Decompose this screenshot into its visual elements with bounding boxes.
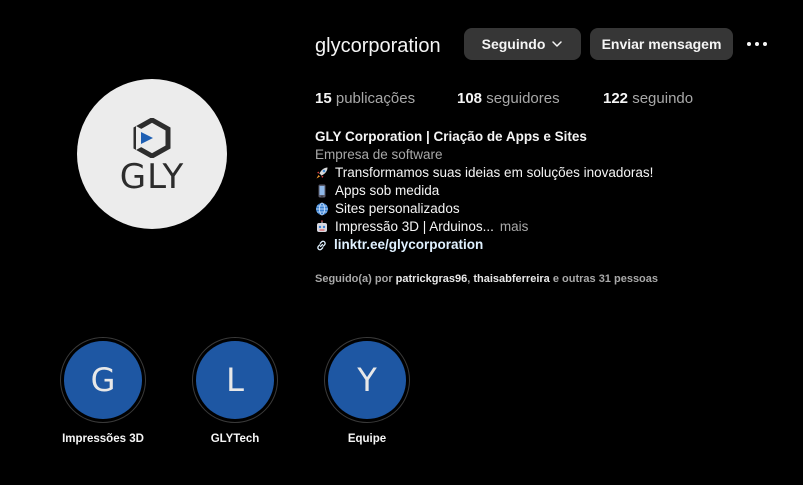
following-button[interactable]: Seguindo (464, 28, 581, 60)
following-label: seguindo (632, 90, 694, 107)
bio-line-text: Apps sob medida (335, 183, 440, 198)
bio-name: GLY Corporation | Criação de Apps e Site… (315, 129, 587, 144)
following-count: 122 (603, 90, 629, 107)
story-highlight[interactable]: Y Equipe (317, 337, 417, 445)
posts-label: publicações (335, 90, 416, 107)
followed-by-separator: , (467, 273, 471, 285)
highlight-label: GLYTech (210, 433, 260, 445)
gly-logo-icon (133, 118, 171, 158)
followed-by-user[interactable]: thaisabferreira (473, 273, 549, 285)
bio-line-text: Impressão 3D | Arduinos... (335, 219, 494, 234)
followers-stat[interactable]: 108 seguidores (457, 89, 603, 109)
bio-line: Transformamos suas ideias em soluções in… (315, 164, 785, 182)
followed-by-prefix: Seguido(a) por (315, 273, 393, 285)
bio-line: Apps sob medida (315, 182, 785, 200)
story-highlight[interactable]: L GLYTech (185, 337, 285, 445)
highlight-label: Equipe (347, 433, 387, 445)
profile-bio: GLY Corporation | Criação de Apps e Site… (315, 128, 785, 254)
highlight-ring: L (192, 337, 278, 423)
send-message-label: Enviar mensagem (601, 36, 722, 52)
bio-line: Sites personalizados (315, 200, 785, 218)
chevron-down-icon (552, 41, 563, 47)
rocket-emoji-icon (316, 167, 328, 179)
followed-by-suffix: e outras 31 pessoas (552, 273, 659, 285)
bio-line: Impressão 3D | Arduinos... mais (315, 218, 785, 236)
posts-stat: 15 publicações (315, 89, 457, 109)
bio-link-row: linktr.ee/glycorporation (315, 236, 785, 254)
followers-label: seguidores (486, 90, 560, 107)
profile-username: glycorporation (315, 35, 441, 57)
followed-by-user[interactable]: patrickgras96 (396, 273, 468, 285)
profile-stats: 15 publicações 108 seguidores 122 seguin… (315, 89, 693, 109)
highlight-cover: G (64, 341, 142, 419)
bio-line-text: Transformamos suas ideias em soluções in… (335, 165, 654, 180)
highlight-label: Impressões 3D (62, 433, 144, 445)
mobile-phone-emoji-icon (318, 184, 326, 198)
followers-count: 108 (457, 90, 483, 107)
following-button-label: Seguindo (481, 36, 546, 52)
bio-more-link[interactable]: mais (500, 218, 529, 236)
more-options-icon[interactable] (744, 35, 770, 53)
followed-by[interactable]: Seguido(a) por patrickgras96, thaisabfer… (315, 272, 658, 286)
robot-emoji-icon (317, 220, 327, 232)
highlight-cover: L (196, 341, 274, 419)
highlight-cover: Y (328, 341, 406, 419)
globe-emoji-icon (316, 202, 328, 216)
send-message-button[interactable]: Enviar mensagem (590, 28, 733, 60)
avatar-logo-text: GLY (119, 157, 185, 197)
link-icon (317, 240, 326, 250)
bio-category: Empresa de software (315, 147, 443, 162)
story-highlight[interactable]: G Impressões 3D (53, 337, 153, 445)
bio-link[interactable]: linktr.ee/glycorporation (334, 236, 483, 254)
profile-avatar[interactable]: GLY (77, 79, 227, 229)
following-stat[interactable]: 122 seguindo (603, 89, 693, 109)
highlight-ring: Y (324, 337, 410, 423)
highlight-ring: G (60, 337, 146, 423)
posts-count: 15 (315, 90, 332, 107)
bio-line-text: Sites personalizados (335, 201, 460, 216)
